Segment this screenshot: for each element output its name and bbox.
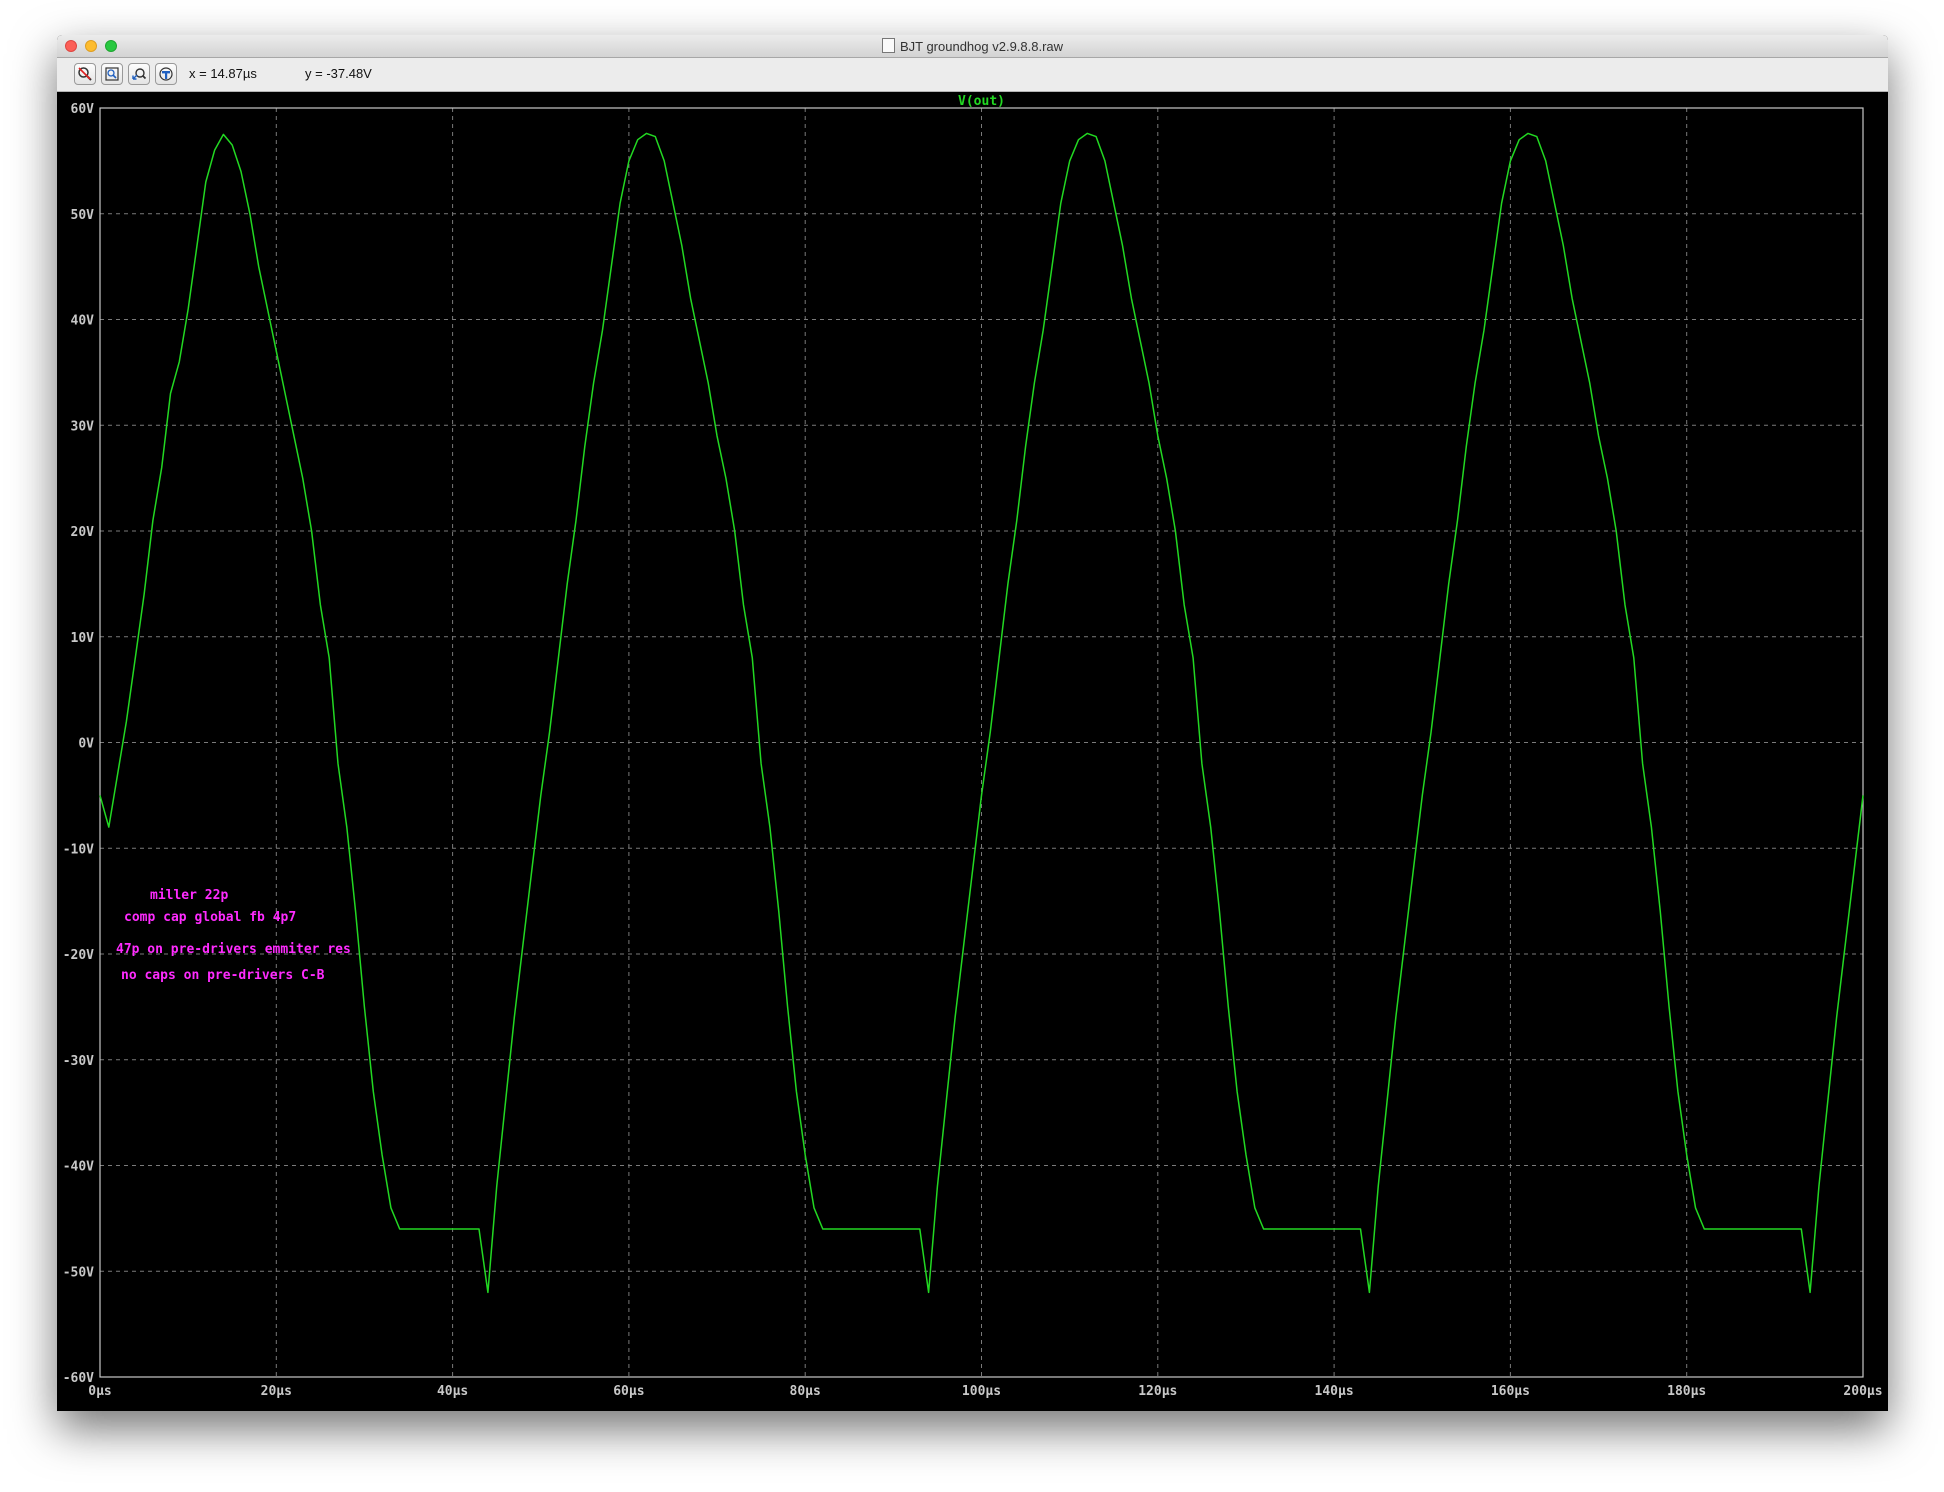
x-tick-label: 200µs <box>1843 1384 1882 1399</box>
y-tick-label: 30V <box>71 419 95 434</box>
x-tick-label: 180µs <box>1667 1384 1706 1399</box>
zoom-cancel-button[interactable] <box>74 63 96 85</box>
x-tick-label: 60µs <box>613 1384 644 1399</box>
cursor-x-readout: x = 14.87µs <box>189 66 257 81</box>
x-tick-label: 100µs <box>962 1384 1001 1399</box>
zoom-back-icon <box>132 68 147 80</box>
zoom-extents-button[interactable] <box>101 63 123 85</box>
y-tick-label: -10V <box>63 842 94 857</box>
x-tick-label: 40µs <box>437 1384 468 1399</box>
waveform-plot[interactable]: 0µs 20µs 40µs 60µs 80µs 100µs 120µs 140µs 160µs 1… <box>57 92 1888 1411</box>
toolbar: x = 14.87µs y = -37.48V <box>57 58 1888 92</box>
x-tick-label: 80µs <box>790 1384 821 1399</box>
title-bar[interactable]: BJT groundhog v2.9.8.8.raw <box>57 35 1888 58</box>
y-tick-label: -60V <box>63 1371 94 1386</box>
waveform-window: BJT groundhog v2.9.8.8.raw x = 14.87µs y… <box>57 35 1888 1411</box>
x-tick-label: 20µs <box>261 1384 292 1399</box>
x-tick-label: 140µs <box>1315 1384 1354 1399</box>
schematic-note: miller 22p <box>150 888 228 903</box>
cursor-y-readout: y = -37.48V <box>305 66 372 81</box>
window-title: BJT groundhog v2.9.8.8.raw <box>57 38 1888 54</box>
cursor-probe-icon <box>159 67 173 81</box>
y-tick-label: 10V <box>71 631 95 646</box>
document-icon <box>881 38 895 53</box>
plot-background <box>57 92 1888 1411</box>
y-tick-label: -40V <box>63 1160 94 1175</box>
trace-label[interactable]: V(out) <box>958 94 1005 109</box>
y-tick-label: -20V <box>63 948 94 963</box>
schematic-note: 47p on pre-drivers emmiter res <box>116 942 351 957</box>
zoom-back-button[interactable] <box>128 63 150 85</box>
y-tick-label: 50V <box>71 208 95 223</box>
schematic-note: no caps on pre-drivers C-B <box>121 968 325 983</box>
window-title-text: BJT groundhog v2.9.8.8.raw <box>899 39 1064 54</box>
y-tick-label: 60V <box>71 102 95 117</box>
zoom-extents-icon <box>105 67 119 81</box>
y-tick-label: 20V <box>71 525 95 540</box>
x-tick-label: 160µs <box>1491 1384 1530 1399</box>
y-tick-label: -30V <box>63 1054 94 1069</box>
y-tick-label: 0V <box>78 737 94 752</box>
cursor-probe-button[interactable] <box>155 63 177 85</box>
x-tick-label: 0µs <box>88 1384 111 1399</box>
schematic-note: comp cap global fb 4p7 <box>124 910 296 925</box>
y-tick-label: -50V <box>63 1265 94 1280</box>
y-tick-label: 40V <box>71 314 95 329</box>
zoom-cancel-icon <box>78 67 92 81</box>
x-tick-label: 120µs <box>1138 1384 1177 1399</box>
